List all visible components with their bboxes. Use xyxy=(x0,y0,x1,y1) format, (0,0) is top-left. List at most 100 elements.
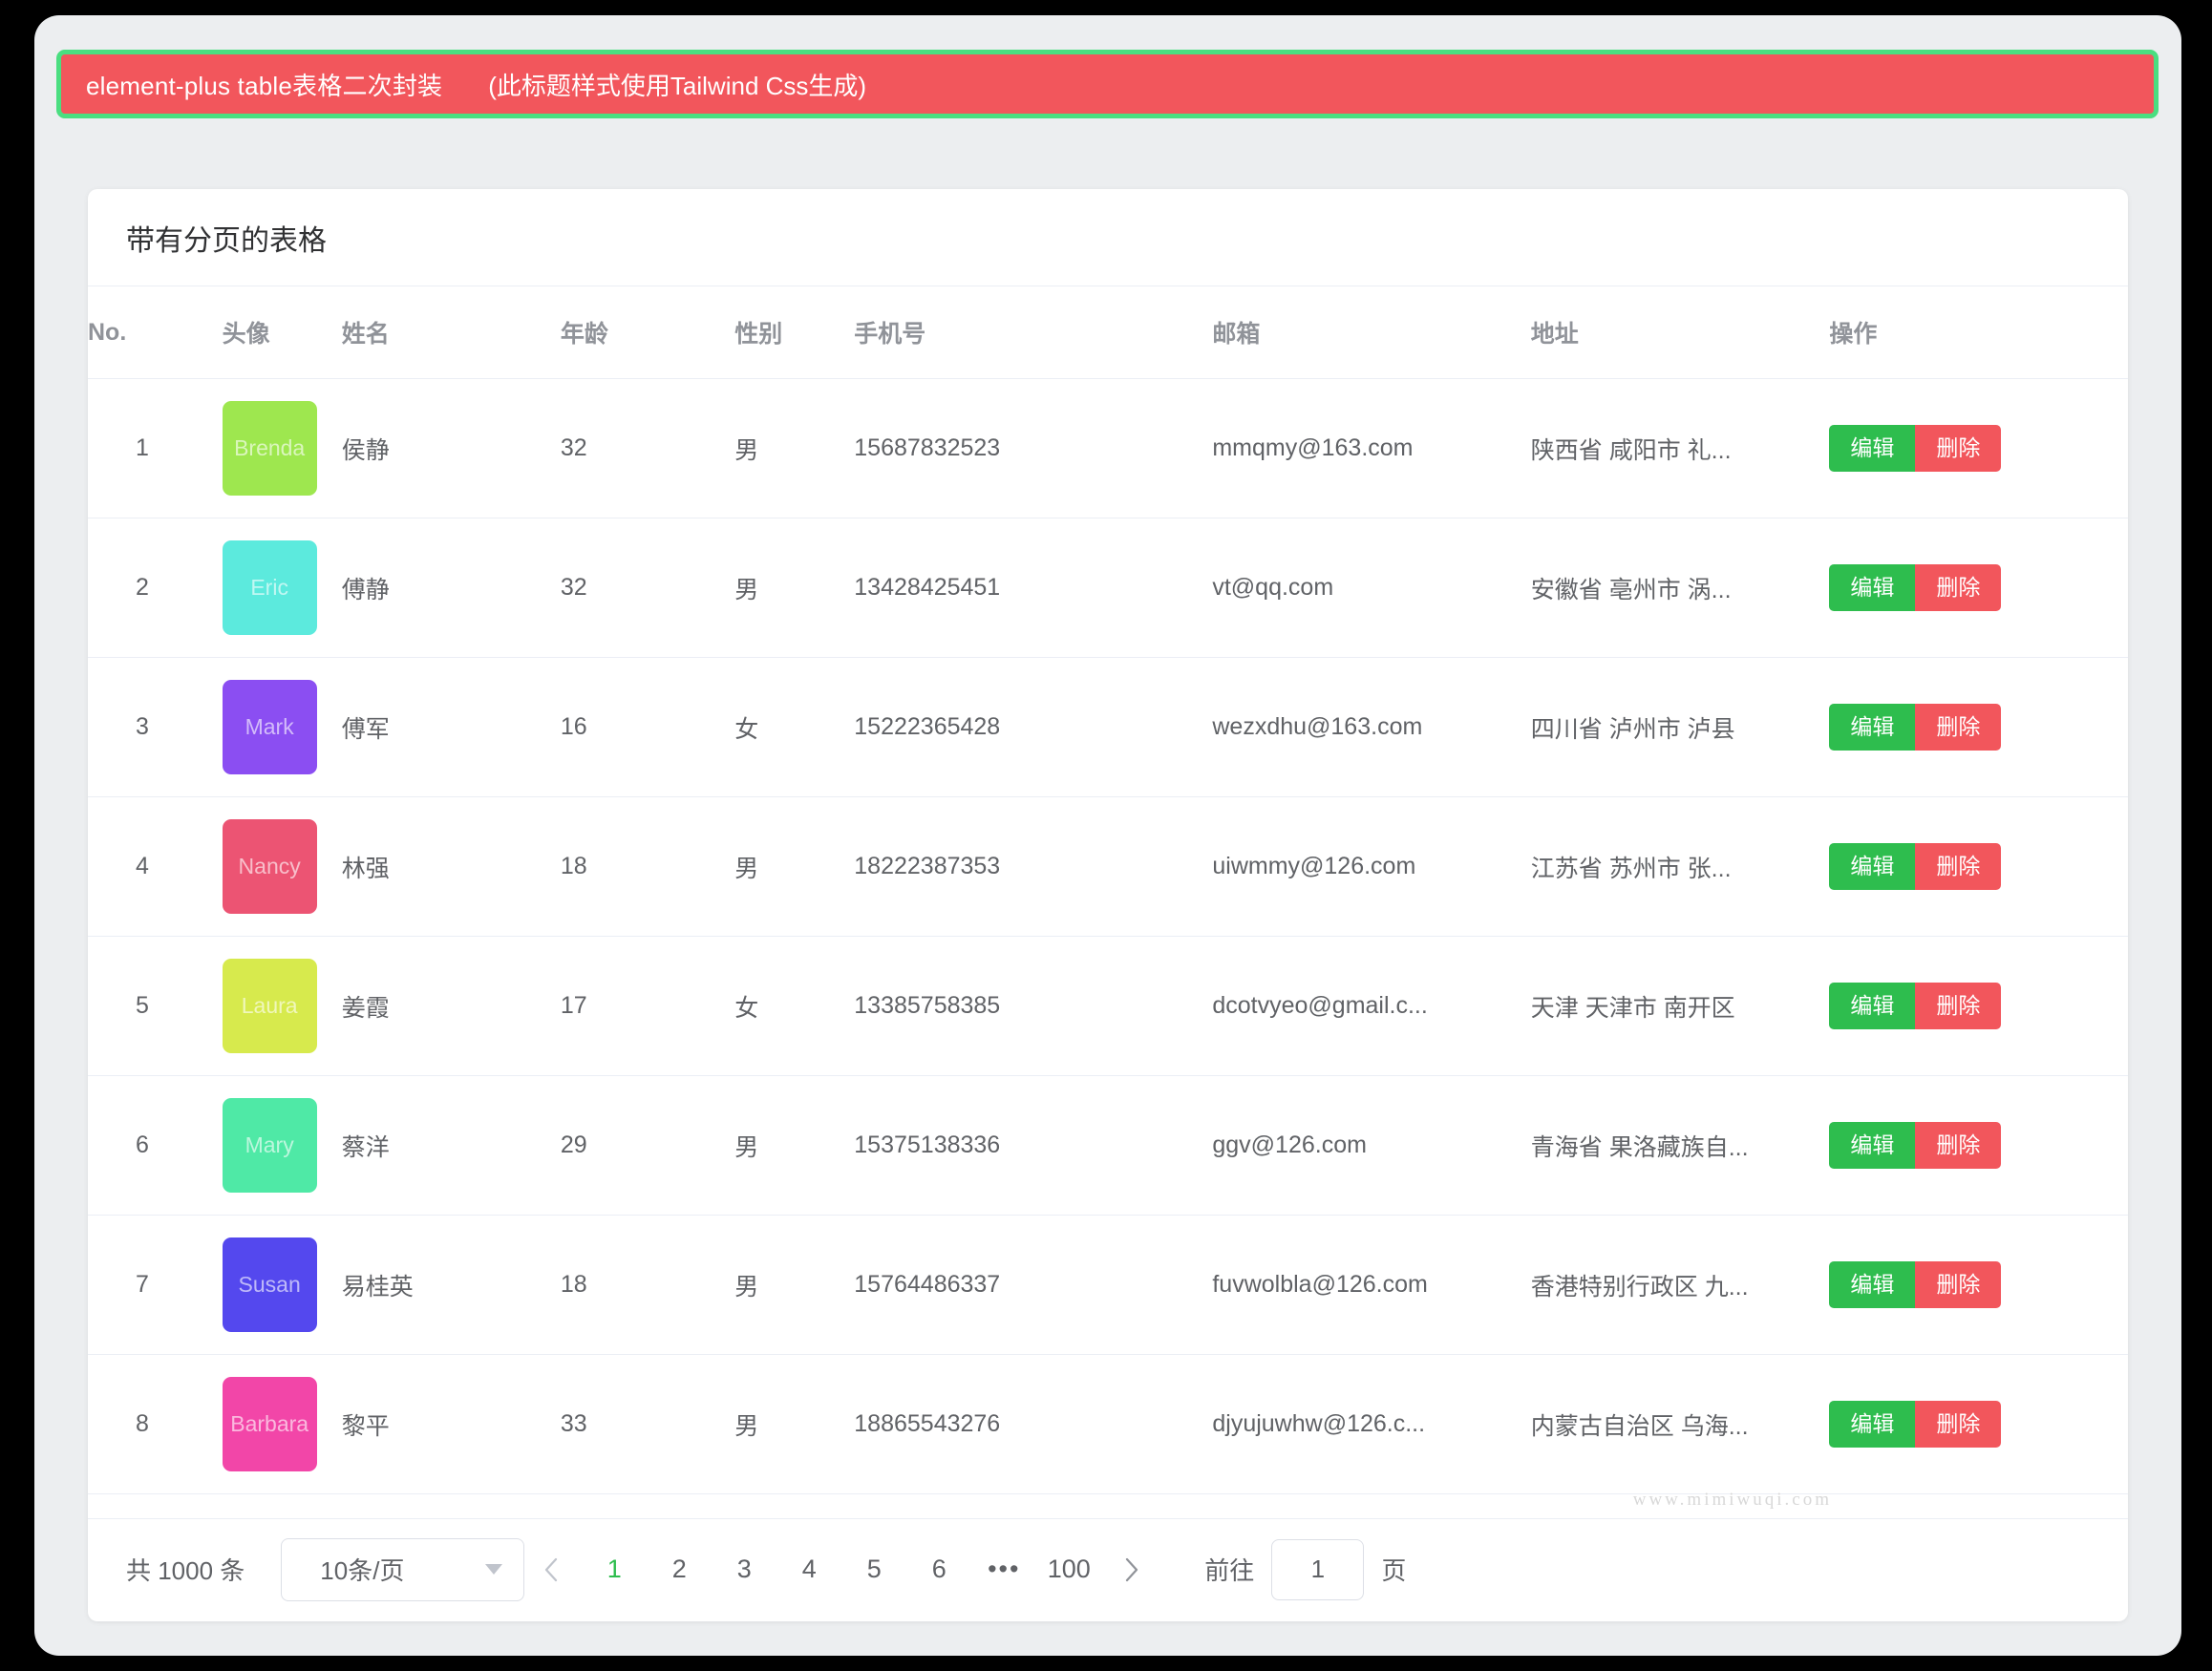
action-button-group: 编辑删除 xyxy=(1829,704,2001,751)
edit-button[interactable]: 编辑 xyxy=(1829,564,1915,611)
cell-gender: 男 xyxy=(734,518,854,658)
page-number-button[interactable]: 2 xyxy=(647,1543,712,1597)
delete-button[interactable]: 删除 xyxy=(1915,1261,2001,1308)
column-header-email: 邮箱 xyxy=(1212,286,1530,379)
table-row[interactable]: 2Eric傅静32男13428425451vt@qq.com安徽省 亳州市 涡.… xyxy=(88,518,2128,658)
column-header-age: 年龄 xyxy=(561,286,734,379)
cell-avatar: Mary xyxy=(223,1076,342,1216)
table-head: No. 头像 姓名 年龄 性别 手机号 邮箱 地址 操作 xyxy=(88,286,2128,379)
page-ellipsis[interactable]: ••• xyxy=(971,1543,1036,1597)
page-number-button[interactable]: 6 xyxy=(906,1543,971,1597)
edit-button[interactable]: 编辑 xyxy=(1829,704,1915,751)
prev-page-button[interactable] xyxy=(524,1543,578,1597)
avatar: Eric xyxy=(223,540,317,635)
delete-button[interactable]: 删除 xyxy=(1915,983,2001,1029)
page-number-button[interactable]: 100 xyxy=(1036,1543,1101,1597)
cell-phone: 15222365428 xyxy=(854,658,1212,797)
cell-actions: 编辑删除 xyxy=(1829,1216,2128,1355)
table-row[interactable]: 1Brenda侯静32男15687832523mmqmy@163.com陕西省 … xyxy=(88,379,2128,518)
cell-actions: 编辑删除 xyxy=(1829,1355,2128,1494)
cell-email: djyujuwhw@126.c... xyxy=(1212,1355,1530,1494)
banner-note: (此标题样式使用Tailwind Css生成) xyxy=(488,67,866,102)
next-page-button[interactable] xyxy=(1105,1543,1159,1597)
cell-avatar: Mark xyxy=(223,658,342,797)
cell-gender: 女 xyxy=(734,658,854,797)
edit-button[interactable]: 编辑 xyxy=(1829,1122,1915,1169)
cell-address: 内蒙古自治区 乌海... xyxy=(1531,1355,1830,1494)
edit-button[interactable]: 编辑 xyxy=(1829,425,1915,472)
table-container: No. 头像 姓名 年龄 性别 手机号 邮箱 地址 操作 1Brenda侯静32… xyxy=(88,286,2128,1518)
cell-actions: 编辑删除 xyxy=(1829,1076,2128,1216)
page-number-button[interactable]: 4 xyxy=(776,1543,841,1597)
delete-button[interactable]: 删除 xyxy=(1915,564,2001,611)
cell-address: 香港特别行政区 九... xyxy=(1531,1216,1830,1355)
cell-phone: 15687832523 xyxy=(854,379,1212,518)
cell-actions: 编辑删除 xyxy=(1829,658,2128,797)
edit-button[interactable]: 编辑 xyxy=(1829,843,1915,890)
cell-gender: 男 xyxy=(734,797,854,937)
cell-name: 易桂英 xyxy=(342,1216,561,1355)
cell-address: 四川省 泸州市 泸县 xyxy=(1531,658,1830,797)
cell-no: 3 xyxy=(88,658,223,797)
cell-avatar: Laura xyxy=(223,937,342,1076)
cell-phone: 18865543276 xyxy=(854,1355,1212,1494)
edit-button[interactable]: 编辑 xyxy=(1829,1401,1915,1448)
cell-actions: 编辑删除 xyxy=(1829,797,2128,937)
data-table: No. 头像 姓名 年龄 性别 手机号 邮箱 地址 操作 1Brenda侯静32… xyxy=(88,286,2128,1494)
table-row[interactable]: 8Barbara黎平33男18865543276djyujuwhw@126.c.… xyxy=(88,1355,2128,1494)
action-button-group: 编辑删除 xyxy=(1829,425,2001,472)
app-window: element-plus table表格二次封装 (此标题样式使用Tailwin… xyxy=(34,15,2181,1656)
jump-page-input[interactable] xyxy=(1271,1539,1364,1600)
table-row[interactable]: 4Nancy林强18男18222387353uiwmmy@126.com江苏省 … xyxy=(88,797,2128,937)
column-header-no: No. xyxy=(88,286,223,379)
page-number-button[interactable]: 3 xyxy=(712,1543,776,1597)
banner-title: element-plus table表格二次封装 xyxy=(86,67,442,102)
edit-button[interactable]: 编辑 xyxy=(1829,1261,1915,1308)
delete-button[interactable]: 删除 xyxy=(1915,425,2001,472)
table-row[interactable]: 3Mark傅军16女15222365428wezxdhu@163.com四川省 … xyxy=(88,658,2128,797)
jump-suffix-label: 页 xyxy=(1381,1552,1406,1587)
delete-button[interactable]: 删除 xyxy=(1915,843,2001,890)
cell-name: 林强 xyxy=(342,797,561,937)
cell-email: vt@qq.com xyxy=(1212,518,1530,658)
chevron-right-icon xyxy=(1122,1555,1141,1584)
table-row[interactable]: 6Mary蔡洋29男15375138336ggv@126.com青海省 果洛藏族… xyxy=(88,1076,2128,1216)
cell-no: 2 xyxy=(88,518,223,658)
table-header-row: No. 头像 姓名 年龄 性别 手机号 邮箱 地址 操作 xyxy=(88,286,2128,379)
cell-age: 33 xyxy=(561,1355,734,1494)
delete-button[interactable]: 删除 xyxy=(1915,1122,2001,1169)
cell-address: 安徽省 亳州市 涡... xyxy=(1531,518,1830,658)
cell-age: 18 xyxy=(561,797,734,937)
delete-button[interactable]: 删除 xyxy=(1915,704,2001,751)
table-body: 1Brenda侯静32男15687832523mmqmy@163.com陕西省 … xyxy=(88,379,2128,1494)
jump-prefix-label: 前往 xyxy=(1204,1552,1254,1587)
cell-age: 29 xyxy=(561,1076,734,1216)
delete-button[interactable]: 删除 xyxy=(1915,1401,2001,1448)
cell-phone: 15764486337 xyxy=(854,1216,1212,1355)
edit-button[interactable]: 编辑 xyxy=(1829,983,1915,1029)
page-number-button[interactable]: 1 xyxy=(582,1543,647,1597)
table-row[interactable]: 5Laura姜霞17女13385758385dcotvyeo@gmail.c..… xyxy=(88,937,2128,1076)
cell-address: 江苏省 苏州市 张... xyxy=(1531,797,1830,937)
cell-avatar: Brenda xyxy=(223,379,342,518)
cell-name: 蔡洋 xyxy=(342,1076,561,1216)
action-button-group: 编辑删除 xyxy=(1829,843,2001,890)
page-banner: element-plus table表格二次封装 (此标题样式使用Tailwin… xyxy=(56,50,2159,118)
cell-age: 17 xyxy=(561,937,734,1076)
cell-gender: 男 xyxy=(734,1216,854,1355)
cell-email: fuvwolbla@126.com xyxy=(1212,1216,1530,1355)
cell-phone: 15375138336 xyxy=(854,1076,1212,1216)
action-button-group: 编辑删除 xyxy=(1829,1122,2001,1169)
page-number-button[interactable]: 5 xyxy=(841,1543,906,1597)
total-count-label: 共 1000 条 xyxy=(126,1552,245,1587)
table-row[interactable]: 7Susan易桂英18男15764486337fuvwolbla@126.com… xyxy=(88,1216,2128,1355)
action-button-group: 编辑删除 xyxy=(1829,983,2001,1029)
page-size-select[interactable]: 10条/页 xyxy=(281,1538,524,1601)
cell-gender: 男 xyxy=(734,379,854,518)
action-button-group: 编辑删除 xyxy=(1829,1401,2001,1448)
page-title: 带有分页的表格 xyxy=(126,217,327,259)
column-header-name: 姓名 xyxy=(342,286,561,379)
avatar: Brenda xyxy=(223,401,317,496)
chevron-down-icon xyxy=(485,1564,502,1575)
card-header: 带有分页的表格 xyxy=(88,189,2128,286)
